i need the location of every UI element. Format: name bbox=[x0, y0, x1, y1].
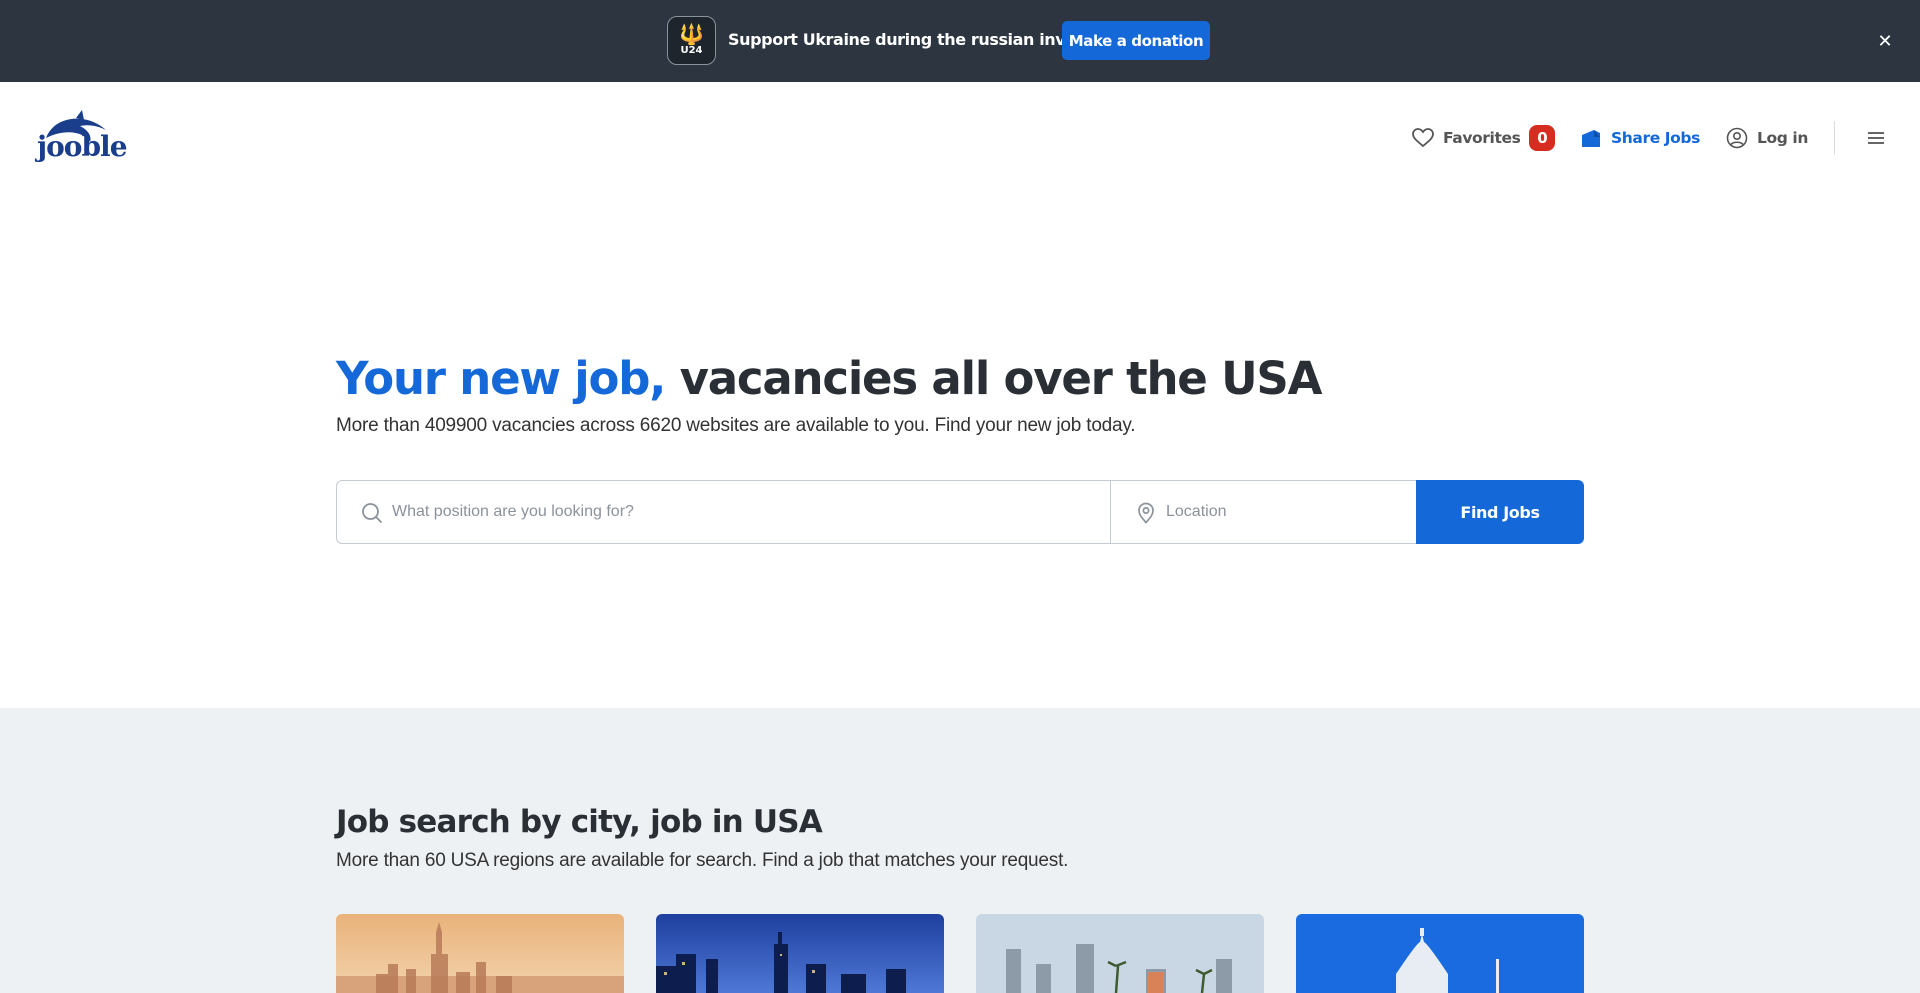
share-icon bbox=[1582, 130, 1600, 147]
city-card-los-angeles[interactable] bbox=[976, 914, 1264, 993]
city-section-title: Job search by city, job in USA bbox=[336, 804, 823, 840]
u24-badge[interactable]: 🔱 U24 bbox=[667, 16, 716, 65]
city-section-subtitle: More than 60 USA regions are available f… bbox=[336, 850, 1069, 871]
login-label: Log in bbox=[1757, 129, 1808, 147]
washington-capitol-image bbox=[1296, 914, 1584, 993]
keyword-field[interactable] bbox=[336, 480, 1111, 544]
new-york-skyline-image bbox=[336, 914, 624, 993]
hero-title-highlight: Your new job, bbox=[336, 352, 666, 405]
donate-button[interactable]: Make a donation bbox=[1062, 21, 1210, 60]
search-form: Find Jobs bbox=[336, 480, 1584, 544]
search-icon bbox=[362, 503, 383, 524]
location-field[interactable] bbox=[1110, 480, 1417, 544]
logo-text: jooble bbox=[37, 130, 128, 163]
header-divider bbox=[1834, 121, 1835, 154]
banner-message: Support Ukraine during the russian invas… bbox=[728, 30, 1112, 49]
hero-title-rest: vacancies all over the USA bbox=[665, 352, 1323, 405]
city-card-washington[interactable] bbox=[1296, 914, 1584, 993]
chicago-skyline-image bbox=[656, 914, 944, 993]
hero-title: Your new job, vacancies all over the USA bbox=[336, 352, 1323, 405]
city-card-chicago[interactable] bbox=[656, 914, 944, 993]
find-jobs-button[interactable]: Find Jobs bbox=[1416, 480, 1584, 544]
menu-icon[interactable] bbox=[1864, 126, 1888, 150]
heart-icon bbox=[1412, 128, 1434, 148]
trident-icon: 🔱 bbox=[679, 24, 704, 46]
los-angeles-skyline-image bbox=[976, 914, 1264, 993]
ukraine-support-banner: 🔱 U24 Support Ukraine during the russian… bbox=[0, 0, 1920, 82]
city-card-new-york[interactable] bbox=[336, 914, 624, 993]
favorites-link[interactable]: Favorites 0 bbox=[1411, 124, 1556, 152]
favorites-count-badge: 0 bbox=[1529, 125, 1556, 151]
location-input[interactable] bbox=[1166, 481, 1406, 543]
location-pin-icon bbox=[1138, 502, 1154, 524]
share-jobs-label: Share Jobs bbox=[1611, 129, 1700, 147]
share-jobs-link[interactable]: Share Jobs bbox=[1580, 124, 1700, 152]
u24-badge-text: U24 bbox=[680, 45, 703, 56]
favorites-label: Favorites bbox=[1443, 129, 1521, 147]
keyword-input[interactable] bbox=[392, 481, 1092, 543]
close-icon[interactable]: ✕ bbox=[1874, 30, 1896, 52]
login-link[interactable]: Log in bbox=[1726, 124, 1808, 152]
hero-subtitle: More than 409900 vacancies across 6620 w… bbox=[336, 415, 1136, 436]
user-circle-icon bbox=[1726, 127, 1748, 149]
